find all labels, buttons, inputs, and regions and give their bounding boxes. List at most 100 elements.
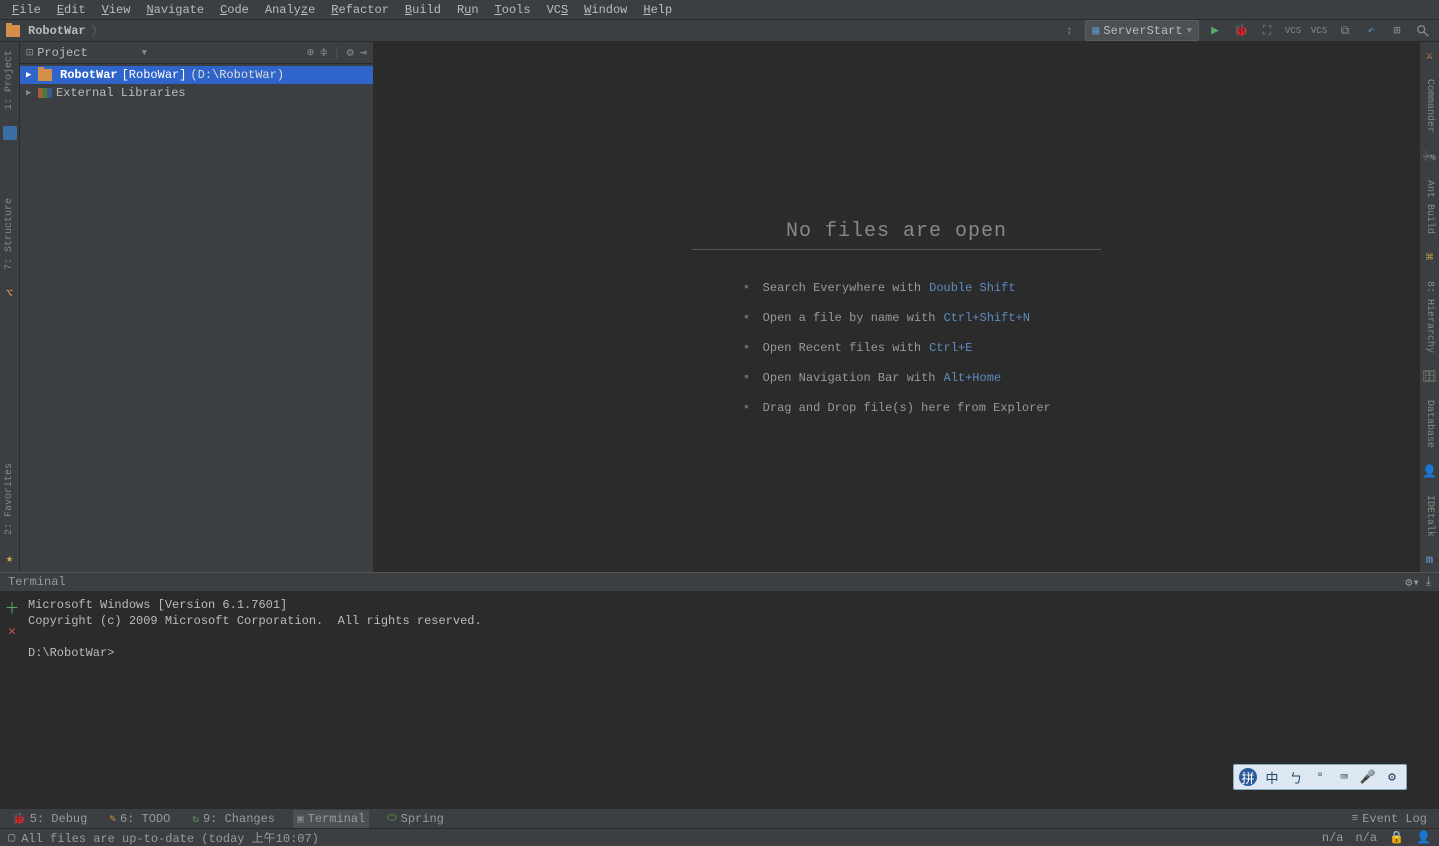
ime-lang-button[interactable]: 中 bbox=[1263, 768, 1281, 786]
tab-event-log[interactable]: ≡Event Log bbox=[1348, 810, 1431, 828]
ime-settings-icon[interactable]: ⚙ bbox=[1383, 768, 1401, 786]
tool-idetalk-tab[interactable]: IDEtalk bbox=[1424, 491, 1435, 541]
breadcrumb[interactable]: RobotWar 〉 bbox=[6, 22, 106, 39]
project-tree[interactable]: ▶ RobotWar [RoboWar] (D:\RobotWar) ▶ Ext… bbox=[20, 64, 373, 572]
menu-tools[interactable]: Tools bbox=[487, 1, 539, 19]
left-tool-rail: 1: Project 7: Structure ⌥ 2: Favorites ★ bbox=[0, 42, 20, 572]
menu-code[interactable]: Code bbox=[212, 1, 257, 19]
expand-arrow-icon[interactable]: ▶ bbox=[26, 70, 34, 80]
chevron-down-icon[interactable]: ▼ bbox=[142, 48, 147, 58]
tip-open-by-name: Open a file by name with Ctrl+Shift+N bbox=[742, 310, 1030, 326]
tip-drag-drop: Drag and Drop file(s) here from Explorer bbox=[742, 400, 1050, 416]
star-icon: ★ bbox=[6, 551, 13, 566]
ime-mic-icon[interactable]: 🎤 bbox=[1359, 768, 1377, 786]
tree-root-name: RobotWar bbox=[60, 68, 118, 82]
hector-icon[interactable]: 👤 bbox=[1416, 830, 1431, 845]
ime-logo-icon[interactable]: 拼 bbox=[1239, 768, 1257, 786]
terminal-body: ＋ ✕ Microsoft Windows [Version 6.1.7601]… bbox=[0, 591, 1439, 808]
terminal-tool-window: Terminal ⚙▾ ⤓ ＋ ✕ Microsoft Windows [Ver… bbox=[0, 572, 1439, 808]
menu-build[interactable]: Build bbox=[397, 1, 449, 19]
close-session-button[interactable]: ✕ bbox=[8, 624, 16, 639]
changes-icon: ↻ bbox=[192, 812, 199, 826]
tab-changes[interactable]: ↻9: Changes bbox=[188, 810, 279, 828]
tab-debug[interactable]: 🐞5: Debug bbox=[8, 810, 91, 828]
menu-refactor[interactable]: Refactor bbox=[323, 1, 397, 19]
menu-analyze[interactable]: Analyze bbox=[257, 1, 323, 19]
ime-keyboard-icon[interactable]: ⌨ bbox=[1335, 768, 1353, 786]
hide-icon[interactable]: ⇥ bbox=[360, 45, 367, 60]
search-button[interactable] bbox=[1413, 21, 1433, 41]
run-button[interactable]: ▶ bbox=[1205, 21, 1225, 41]
tool-antbuild-tab[interactable]: Ant Build bbox=[1424, 176, 1435, 238]
ime-punct-button[interactable]: ㄅ bbox=[1287, 768, 1305, 786]
tool-favorites-tab[interactable]: 2: Favorites bbox=[4, 459, 15, 539]
database-icon: 🗄 bbox=[1422, 369, 1437, 384]
run-config-selector[interactable]: ▦ ServerStart ▼ bbox=[1085, 20, 1199, 41]
right-tool-rail: ⚔ Commander 🐜 Ant Build ⌘ 8: Hierarchy 🗄… bbox=[1419, 42, 1439, 572]
tab-todo[interactable]: ✎6: TODO bbox=[105, 810, 174, 828]
new-session-button[interactable]: ＋ bbox=[4, 597, 19, 618]
menu-run[interactable]: Run bbox=[449, 1, 487, 19]
status-linesep[interactable]: n/a bbox=[1355, 831, 1377, 845]
main-area: 1: Project 7: Structure ⌥ 2: Favorites ★… bbox=[0, 42, 1439, 572]
tool-structure-tab[interactable]: 7: Structure bbox=[4, 194, 15, 274]
commander-icon: ⚔ bbox=[1426, 48, 1433, 63]
bottom-tool-tabs: 🐞5: Debug ✎6: TODO ↻9: Changes ▣Terminal… bbox=[0, 808, 1439, 828]
spring-icon: ⬭ bbox=[387, 813, 396, 825]
status-message: All files are up-to-date (today 上午10:07) bbox=[21, 829, 319, 846]
menu-navigate[interactable]: Navigate bbox=[138, 1, 212, 19]
coverage-button[interactable]: ⛶ bbox=[1257, 21, 1277, 41]
menu-file[interactable]: File bbox=[4, 1, 49, 19]
project-structure-button[interactable]: ⊞ bbox=[1387, 21, 1407, 41]
terminal-gutter: ＋ ✕ bbox=[0, 591, 24, 808]
debug-button[interactable]: 🐞 bbox=[1231, 21, 1251, 41]
folder-icon bbox=[38, 69, 52, 81]
maven-icon: m bbox=[1426, 553, 1433, 567]
tool-hierarchy-tab[interactable]: 8: Hierarchy bbox=[1424, 277, 1435, 357]
toggle-view-icon[interactable]: ↕ bbox=[1059, 21, 1079, 41]
gear-icon[interactable]: ⚙ bbox=[347, 45, 354, 60]
menu-edit[interactable]: Edit bbox=[49, 1, 94, 19]
menu-help[interactable]: Help bbox=[635, 1, 680, 19]
log-icon: ≡ bbox=[1352, 813, 1359, 825]
collapse-all-icon[interactable]: ≑ bbox=[320, 45, 327, 60]
tool-project-tab[interactable]: 1: Project bbox=[4, 46, 15, 114]
autoscroll-icon[interactable]: ⊕ bbox=[307, 45, 314, 60]
tree-root-module: [RoboWar] bbox=[122, 68, 187, 82]
tree-external-libs-label: External Libraries bbox=[56, 86, 186, 100]
tool-database-tab[interactable]: Database bbox=[1424, 396, 1435, 452]
hierarchy-icon: ⌘ bbox=[1426, 250, 1433, 265]
ide-logo-watermark bbox=[847, 102, 947, 202]
tree-root-node[interactable]: ▶ RobotWar [RoboWar] (D:\RobotWar) bbox=[20, 66, 373, 84]
main-toolbar: ↕ ▦ ServerStart ▼ ▶ 🐞 ⛶ VCS VCS ⧉ ↶ ⊞ bbox=[1059, 20, 1433, 41]
undo-button[interactable]: ↶ bbox=[1361, 21, 1381, 41]
menu-window[interactable]: Window bbox=[576, 1, 635, 19]
intellij-icon bbox=[3, 126, 17, 140]
terminal-output[interactable]: Microsoft Windows [Version 6.1.7601] Cop… bbox=[24, 591, 1439, 808]
project-panel-title: Project bbox=[37, 46, 87, 60]
chevron-right-icon: 〉 bbox=[90, 22, 106, 39]
hide-icon[interactable]: ⤓ bbox=[1426, 575, 1431, 590]
tab-spring[interactable]: ⬭Spring bbox=[383, 810, 448, 828]
expand-arrow-icon[interactable]: ▶ bbox=[26, 88, 34, 98]
tree-root-path: (D:\RobotWar) bbox=[190, 68, 284, 82]
menu-vcs[interactable]: VCS bbox=[539, 1, 577, 19]
ime-mode-button[interactable]: ° bbox=[1311, 768, 1329, 786]
vcs-update-button[interactable]: VCS bbox=[1283, 21, 1303, 41]
folder-icon bbox=[6, 25, 20, 37]
ime-toolbar[interactable]: 拼 中 ㄅ ° ⌨ 🎤 ⚙ bbox=[1233, 764, 1407, 790]
idetalk-icon: 👤 bbox=[1422, 464, 1437, 479]
no-files-title: No files are open bbox=[692, 220, 1101, 250]
tool-commander-tab[interactable]: Commander bbox=[1424, 75, 1435, 137]
tab-terminal[interactable]: ▣Terminal bbox=[293, 810, 369, 828]
lock-icon[interactable]: 🔒 bbox=[1389, 830, 1404, 845]
vcs-commit-button[interactable]: VCS bbox=[1309, 21, 1329, 41]
menu-view[interactable]: View bbox=[94, 1, 139, 19]
status-encoding[interactable]: n/a bbox=[1322, 831, 1344, 845]
vcs-history-button[interactable]: ⧉ bbox=[1335, 21, 1355, 41]
library-icon bbox=[38, 88, 52, 98]
gear-icon[interactable]: ⚙▾ bbox=[1405, 575, 1419, 590]
editor-area[interactable]: No files are open Search Everywhere with… bbox=[374, 42, 1419, 572]
tree-external-libs[interactable]: ▶ External Libraries bbox=[20, 84, 373, 102]
terminal-title: Terminal bbox=[8, 575, 66, 589]
